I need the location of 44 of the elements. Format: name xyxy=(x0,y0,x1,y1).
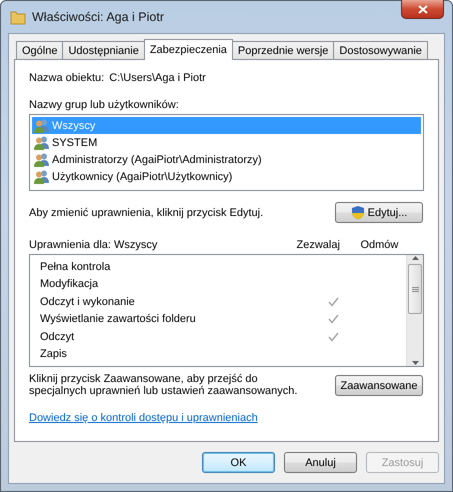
window-title: Właściwości: Aga i Piotr xyxy=(32,10,164,24)
permissions-label: Uprawnienia dla: Wszyscy xyxy=(29,239,158,251)
scroll-down-icon xyxy=(412,361,418,365)
object-name-label: Nazwa obiektu: xyxy=(29,72,104,84)
allow-header: Zezwalaj xyxy=(296,239,341,251)
tab[interactable]: Ogólne xyxy=(16,41,64,59)
check-icon xyxy=(328,332,338,342)
close-button[interactable] xyxy=(401,0,444,19)
tab[interactable]: Udostępnianie xyxy=(62,41,145,59)
tab[interactable]: Dostosowywanie xyxy=(333,41,428,59)
users-icon xyxy=(34,170,50,184)
permission-name: Odczyt i wykonanie xyxy=(40,296,136,308)
object-name-value: C:\Users\Aga i Piotr xyxy=(109,72,206,84)
permission-name: Odczyt xyxy=(40,330,76,343)
scroll-thumb[interactable] xyxy=(408,264,422,314)
group-item[interactable]: Użytkownicy (AgaiPiotr\Użytkownicy) xyxy=(32,168,421,185)
edit-button[interactable]: Edytuj... xyxy=(335,202,423,223)
scrollbar[interactable] xyxy=(406,255,423,366)
permission-name: Modyfikacja xyxy=(40,278,100,290)
users-icon xyxy=(34,118,50,132)
advanced-hint: Kliknij przycisk Zaawansowane, aby przejść do specjalnych uprawnień lub ustawień zaawansowanych. xyxy=(29,373,298,397)
check-icon xyxy=(328,296,338,307)
permission-name: Pełna kontrola xyxy=(40,260,112,273)
users-icon xyxy=(34,136,50,150)
grip-icon xyxy=(412,286,418,292)
group-item[interactable]: SYSTEM xyxy=(32,134,421,151)
tab[interactable]: Zabezpieczenia xyxy=(144,39,233,60)
deny-header: Odmów xyxy=(359,239,400,251)
permission-name: Wyświetlanie zawartości folderu xyxy=(40,313,197,326)
group-item[interactable]: Administratorzy (AgaiPiotr\Administratorzy) xyxy=(32,151,421,168)
folder-icon xyxy=(10,9,26,25)
scroll-up-icon xyxy=(412,256,418,260)
shield-icon xyxy=(350,205,365,220)
help-link[interactable]: Dowiedz się o kontroli dostępu i uprawnieniach xyxy=(29,412,258,424)
users-icon xyxy=(34,152,50,166)
permission-name: Zapis xyxy=(40,348,68,360)
tab[interactable]: Poprzednie wersje xyxy=(232,41,334,59)
advanced-button[interactable]: Zaawansowane xyxy=(335,375,423,396)
close-icon xyxy=(418,4,428,14)
edit-hint: Aby zmienić uprawnienia, kliknij przycisk Edytuj. xyxy=(29,206,264,218)
dialog-button[interactable]: OK xyxy=(202,452,275,473)
dialog-button[interactable]: Anuluj xyxy=(284,452,357,473)
check-icon xyxy=(328,314,338,324)
groups-label: Nazwy grup lub użytkowników: xyxy=(29,99,180,111)
